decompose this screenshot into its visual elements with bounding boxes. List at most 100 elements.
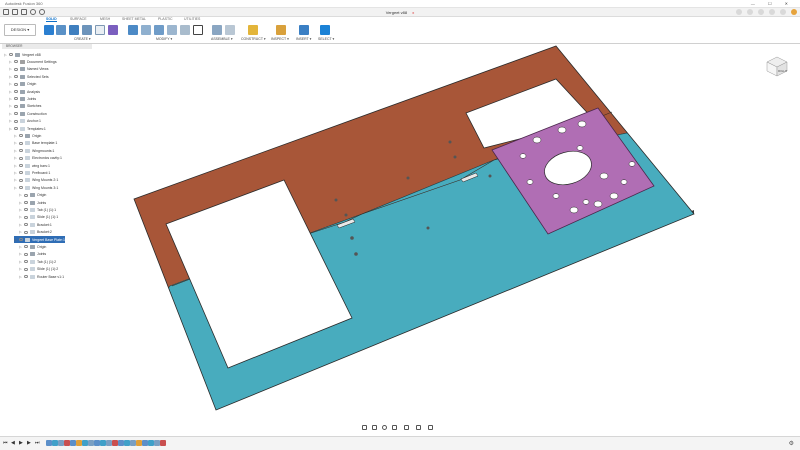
- expand-arrow-icon[interactable]: ▷: [14, 149, 17, 153]
- redo-icon[interactable]: [39, 9, 45, 15]
- pattern-icon[interactable]: [108, 25, 118, 35]
- grid-icon[interactable]: [416, 425, 421, 430]
- browser-item[interactable]: ▷ Slide (1) (1):2: [19, 266, 58, 273]
- browser-item[interactable]: ▷ Base template:1: [14, 140, 57, 147]
- browser-item[interactable]: ▷ Anchor:1: [9, 118, 41, 125]
- visibility-eye-icon[interactable]: [24, 267, 28, 271]
- browser-item[interactable]: ▷ Prefboard:1: [14, 169, 50, 176]
- browser-item[interactable]: ▷ Named Views: [9, 66, 49, 73]
- new-joint-icon[interactable]: [212, 25, 222, 35]
- visibility-eye-icon[interactable]: [19, 141, 23, 145]
- expand-arrow-icon[interactable]: ▷: [14, 238, 17, 242]
- browser-item[interactable]: ▷ Origin: [19, 243, 46, 250]
- browser-item[interactable]: ▷ Wing Mounts 3:1: [14, 184, 58, 191]
- display-settings-icon[interactable]: [404, 425, 409, 430]
- visibility-eye-icon[interactable]: [14, 127, 18, 130]
- orbit-icon[interactable]: [362, 425, 367, 430]
- save-icon[interactable]: [21, 9, 27, 15]
- expand-arrow-icon[interactable]: ▷: [19, 267, 22, 271]
- expand-arrow-icon[interactable]: ▷: [9, 112, 12, 116]
- close-tab-icon[interactable]: x: [412, 10, 414, 15]
- visibility-eye-icon[interactable]: [24, 245, 28, 249]
- browser-item[interactable]: ▷ Construction: [9, 110, 47, 117]
- browser-item[interactable]: ▷ Slide (1) (1):1: [19, 214, 58, 221]
- visibility-eye-icon[interactable]: [24, 215, 28, 219]
- visibility-eye-icon[interactable]: [19, 149, 23, 153]
- tab-utilities[interactable]: UTILITIES: [184, 17, 200, 21]
- expand-arrow-icon[interactable]: ▷: [14, 178, 17, 182]
- visibility-eye-icon[interactable]: [24, 230, 28, 234]
- visibility-eye-icon[interactable]: [19, 178, 23, 182]
- expand-arrow-icon[interactable]: ▷: [9, 127, 12, 131]
- measure-icon[interactable]: [276, 25, 286, 35]
- select-menu[interactable]: SELECT ▾: [318, 37, 334, 41]
- expand-arrow-icon[interactable]: ▷: [9, 60, 12, 64]
- visibility-eye-icon[interactable]: [24, 252, 28, 256]
- expand-arrow-icon[interactable]: ▷: [19, 252, 22, 256]
- expand-arrow-icon[interactable]: ▷: [19, 245, 22, 249]
- select-icon[interactable]: [320, 25, 330, 35]
- expand-arrow-icon[interactable]: ▷: [9, 104, 12, 108]
- visibility-eye-icon[interactable]: [14, 67, 18, 71]
- insert-image-icon[interactable]: [299, 25, 309, 35]
- step-forward-icon[interactable]: ▶: [27, 441, 32, 446]
- inspect-menu[interactable]: INSPECT ▾: [271, 37, 289, 41]
- revolve-icon[interactable]: [82, 25, 92, 35]
- browser-item[interactable]: ▷ wing bars:1: [14, 162, 50, 169]
- visibility-eye-icon[interactable]: [24, 223, 28, 227]
- visibility-eye-icon[interactable]: [14, 90, 18, 93]
- visibility-eye-icon[interactable]: [14, 119, 18, 123]
- expand-arrow-icon[interactable]: ▷: [9, 82, 12, 86]
- help-icon[interactable]: [780, 9, 786, 15]
- expand-arrow-icon[interactable]: ▷: [14, 156, 17, 160]
- add-tab-icon[interactable]: [736, 9, 742, 15]
- tab-mesh[interactable]: MESH: [100, 17, 110, 21]
- skip-start-icon[interactable]: ⏮: [3, 441, 8, 446]
- extensions-icon[interactable]: [747, 9, 753, 15]
- timeline-settings-icon[interactable]: ⚙: [789, 440, 794, 447]
- browser-item[interactable]: ▷ Joints: [19, 251, 46, 258]
- browser-item[interactable]: ▷ Origin: [19, 192, 46, 199]
- visibility-eye-icon[interactable]: [19, 171, 23, 175]
- extrude-icon[interactable]: [69, 25, 79, 35]
- visibility-eye-icon[interactable]: [14, 97, 18, 101]
- visibility-eye-icon[interactable]: [19, 164, 23, 167]
- model-view[interactable]: [0, 44, 800, 430]
- expand-arrow-icon[interactable]: ▷: [19, 193, 22, 197]
- create-sketch-icon[interactable]: [56, 25, 66, 35]
- move-icon[interactable]: [193, 25, 203, 35]
- combine-icon[interactable]: [180, 25, 190, 35]
- expand-arrow-icon[interactable]: ▷: [19, 208, 22, 212]
- expand-arrow-icon[interactable]: ▷: [14, 134, 17, 138]
- insert-menu[interactable]: INSERT ▾: [296, 37, 311, 41]
- expand-arrow-icon[interactable]: ▷: [4, 53, 7, 57]
- visibility-eye-icon[interactable]: [14, 82, 18, 86]
- browser-item[interactable]: ▷ Router Base v1:1: [19, 273, 64, 280]
- shell-icon[interactable]: [167, 25, 177, 35]
- tab-plastic[interactable]: PLASTIC: [158, 17, 173, 21]
- zoom-icon[interactable]: [382, 425, 387, 430]
- browser-header[interactable]: BROWSER: [2, 44, 92, 49]
- viewport[interactable]: [0, 44, 800, 430]
- create-menu[interactable]: CREATE ▾: [74, 37, 91, 41]
- as-built-joint-icon[interactable]: [225, 25, 235, 35]
- window-controls[interactable]: — ☐ ✕: [751, 1, 794, 6]
- expand-arrow-icon[interactable]: ▷: [9, 67, 12, 71]
- visibility-eye-icon[interactable]: [14, 104, 18, 108]
- visibility-eye-icon[interactable]: [14, 60, 18, 64]
- step-back-icon[interactable]: ◀: [11, 441, 16, 446]
- fit-icon[interactable]: [392, 425, 397, 430]
- visibility-eye-icon[interactable]: [19, 186, 23, 190]
- browser-item[interactable]: ▷ Bracket:2: [19, 229, 52, 236]
- visibility-eye-icon[interactable]: [24, 193, 28, 197]
- assemble-menu[interactable]: ASSEMBLE ▾: [211, 37, 233, 41]
- browser-item[interactable]: ▷ Wing Mounts 2:1: [14, 177, 58, 184]
- modify-menu[interactable]: MODIFY ▾: [156, 37, 172, 41]
- browser-item[interactable]: ▷ Sketches: [9, 103, 41, 110]
- expand-arrow-icon[interactable]: ▷: [9, 90, 12, 94]
- browser-item[interactable]: ▷ Tab (1) (1):2: [19, 258, 56, 265]
- visibility-eye-icon[interactable]: [19, 238, 23, 241]
- notifications-icon[interactable]: [769, 9, 775, 15]
- undo-icon[interactable]: [30, 9, 36, 15]
- visibility-eye-icon[interactable]: [24, 208, 28, 212]
